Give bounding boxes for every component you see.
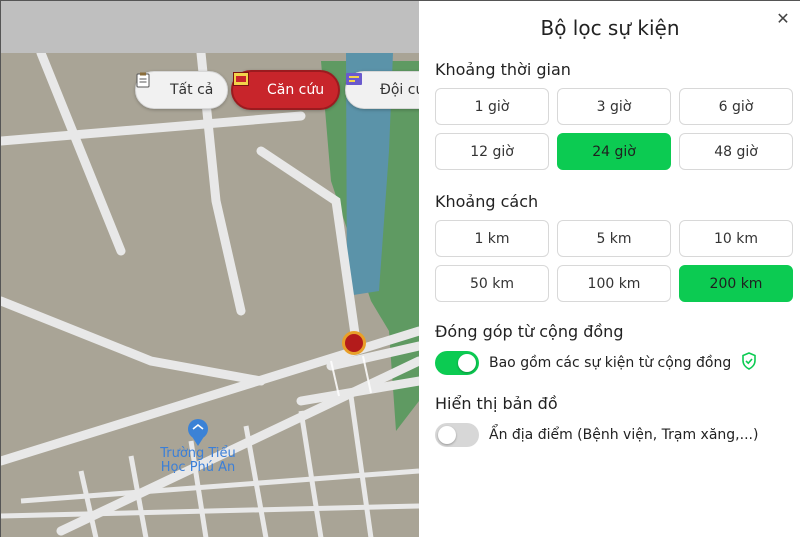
toggle-knob — [458, 354, 476, 372]
close-icon[interactable]: ✕ — [775, 11, 791, 27]
map-top-overlay — [1, 1, 419, 53]
panel-title: Bộ lọc sự kiện — [540, 16, 680, 40]
time-option-12h[interactable]: 12 giờ — [435, 133, 549, 170]
shield-check-icon — [741, 352, 757, 374]
community-toggle-row: Bao gồm các sự kiện từ cộng đồng — [435, 350, 785, 376]
time-range-options: 1 giờ 3 giờ 6 giờ 12 giờ 24 giờ 48 giờ — [435, 88, 793, 170]
chip-rescue[interactable]: Căn cứu — [231, 70, 341, 110]
time-option-24h[interactable]: 24 giờ — [557, 133, 671, 170]
community-toggle-label: Bao gồm các sự kiện từ cộng đồng — [489, 355, 732, 371]
chip-rescue-label: Căn cứu — [267, 82, 325, 98]
hide-places-toggle[interactable] — [435, 423, 479, 447]
community-title: Đóng góp từ cộng đồng — [435, 322, 624, 341]
time-option-6h[interactable]: 6 giờ — [679, 88, 793, 125]
hide-places-toggle-label: Ẩn địa điểm (Bệnh viện, Trạm xăng,...) — [489, 427, 759, 443]
map-display-toggle-row: Ẩn địa điểm (Bệnh viện, Trạm xăng,...) — [435, 422, 785, 448]
distance-option-1km[interactable]: 1 km — [435, 220, 549, 257]
map-display-title: Hiển thị bản đồ — [435, 394, 558, 413]
sos-icon — [233, 72, 261, 98]
distance-option-5km[interactable]: 5 km — [557, 220, 671, 257]
community-toggle[interactable] — [435, 351, 479, 375]
team-icon — [346, 73, 374, 98]
chip-all[interactable]: Tất cả — [135, 71, 229, 109]
distance-option-10km[interactable]: 10 km — [679, 220, 793, 257]
map-view[interactable]: Tất cả Căn cứu Đội cứ Trường Tiểu Học Ph… — [1, 1, 419, 537]
time-option-3h[interactable]: 3 giờ — [557, 88, 671, 125]
chip-all-label: Tất cả — [170, 82, 214, 98]
toggle-knob — [438, 426, 456, 444]
distance-title: Khoảng cách — [435, 192, 539, 211]
event-marker[interactable] — [342, 331, 366, 355]
filter-panel: Bộ lọc sự kiện ✕ Khoảng thời gian 1 giờ … — [419, 1, 800, 537]
time-option-1h[interactable]: 1 giờ — [435, 88, 549, 125]
chip-team-label: Đội cứ — [380, 82, 419, 98]
time-range-title: Khoảng thời gian — [435, 60, 571, 79]
chip-team[interactable]: Đội cứ — [345, 71, 419, 109]
time-option-48h[interactable]: 48 giờ — [679, 133, 793, 170]
distance-options: 1 km 5 km 10 km 50 km 100 km 200 km — [435, 220, 793, 302]
poi-label: Trường Tiểu Học Phú An — [160, 446, 236, 475]
distance-option-100km[interactable]: 100 km — [557, 265, 671, 302]
distance-option-50km[interactable]: 50 km — [435, 265, 549, 302]
distance-option-200km[interactable]: 200 km — [679, 265, 793, 302]
clipboard-icon — [136, 72, 164, 98]
